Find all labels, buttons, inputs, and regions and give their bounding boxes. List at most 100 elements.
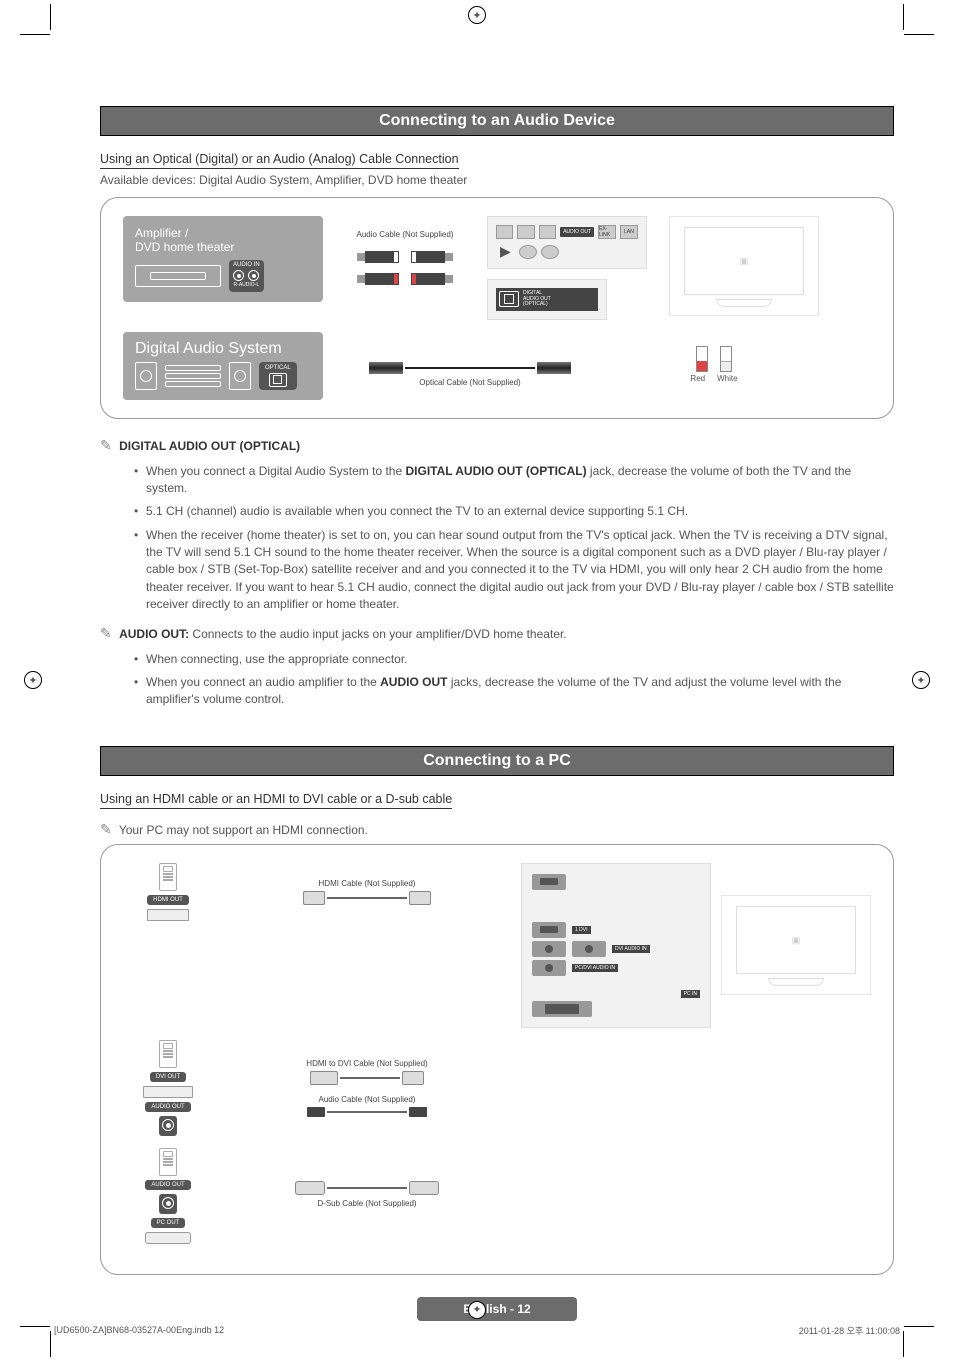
audio-in-label: AUDIO IN	[233, 262, 260, 268]
audio-jack-icon	[532, 941, 566, 957]
optical-label: OPTICAL	[265, 365, 291, 371]
pc-in-label: PC IN	[681, 990, 700, 998]
red-label: Red	[690, 374, 705, 383]
tv-back-panel: 1 DVI DVI AUDIO IN PC/DVI AUDIO IN PC IN	[521, 863, 711, 1028]
audio-out-list: When connecting, use the appropriate con…	[100, 648, 894, 712]
pc-subheading: Using an HDMI cable or an HDMI to DVI ca…	[100, 792, 452, 809]
optical-port-icon	[269, 373, 287, 387]
audio-jack-chip	[159, 1116, 177, 1136]
audio-out-prefix: AUDIO OUT:	[119, 627, 189, 641]
audio-jack-icon	[532, 960, 566, 976]
optical-label: (OPTICAL)	[523, 301, 548, 307]
lan-port: LAN	[620, 225, 638, 239]
speaker-icon	[135, 362, 157, 390]
digital-audio-system-box: Digital Audio System OPTICAL	[123, 332, 323, 400]
digital-audio-out-heading: DIGITAL AUDIO OUT (OPTICAL)	[119, 439, 300, 453]
rca-white-icon	[720, 346, 732, 372]
note-icon: ✎	[100, 821, 112, 837]
hdmi-dvi-cable-label: HDMI to DVI Cable (Not Supplied)	[306, 1059, 427, 1068]
pc-diagram: HDMI OUT HDMI Cable (Not Supplied) 1 DVI…	[100, 844, 894, 1275]
hdmi-dvi-cable: HDMI to DVI Cable (Not Supplied) Audio C…	[223, 1059, 511, 1117]
hdmi-cable-label: HDMI Cable (Not Supplied)	[319, 879, 416, 888]
hdmi-port-icon	[147, 909, 189, 921]
footer-timestamp: 2011-01-28 오후 11:00:08	[799, 1324, 900, 1337]
speaker-icon	[229, 362, 251, 390]
pc-tower-icon	[159, 863, 177, 891]
footer-meta: [UD6500-ZA]BN68-03527A-00Eng.indb 12 201…	[0, 1320, 954, 1341]
tv-port	[496, 225, 513, 239]
audio-cable-label: Audio Cable (Not Supplied)	[345, 230, 465, 239]
audio-out-label-2: AUDIO OUT	[145, 1180, 190, 1190]
pc-tower-icon	[159, 1040, 177, 1068]
component-stack-icon	[165, 365, 221, 387]
audio-subheading: Using an Optical (Digital) or an Audio (…	[100, 152, 459, 169]
audio-cable-stack: Audio Cable (Not Supplied)	[345, 230, 465, 285]
digital-audio-out-list: When you connect a Digital Audio System …	[100, 460, 894, 617]
dvd-slot-icon	[135, 265, 221, 287]
list-item: When you connect an audio amplifier to t…	[134, 671, 894, 712]
tv-panel-top: AUDIO OUT EX-LINK LAN ▶	[487, 216, 647, 269]
optical-chip: OPTICAL	[259, 362, 297, 390]
section-banner-pc: Connecting to a PC	[100, 746, 894, 776]
pc-tower-icon	[159, 1148, 177, 1176]
arrow-icon: ▶	[500, 243, 511, 260]
section-banner-audio: Connecting to an Audio Device	[100, 106, 894, 136]
amplifier-box: Amplifier / DVD home theater AUDIO IN R-…	[123, 216, 323, 302]
dvi-port-icon	[143, 1086, 193, 1098]
dvi-audio-in-label: DVI AUDIO IN	[612, 945, 650, 953]
footer-file: [UD6500-ZA]BN68-03527A-00Eng.indb 12	[54, 1325, 224, 1335]
rca-jack-icon	[541, 245, 559, 259]
audio-out-badge: AUDIO OUT	[560, 227, 594, 237]
hdmi1-dvi-label: 1 DVI	[572, 926, 591, 934]
hdmi-cable: HDMI Cable (Not Supplied)	[223, 879, 511, 905]
white-label: White	[717, 374, 737, 383]
tv-illustration: ▣	[669, 216, 819, 316]
optical-port-icon	[499, 291, 519, 307]
hdmi-port-icon	[532, 874, 566, 890]
pc-note-text: Your PC may not support an HDMI connecti…	[119, 823, 368, 837]
pc-dvi-out: DVI OUT AUDIO OUT	[123, 1040, 213, 1136]
list-item: When the receiver (home theater) is set …	[134, 524, 894, 617]
tv-port	[517, 225, 534, 239]
pc-in-port-icon	[532, 1001, 592, 1017]
audio-out-text: Connects to the audio input jacks on you…	[189, 627, 567, 641]
rca-red-icon	[696, 346, 708, 372]
tv-port	[539, 225, 556, 239]
dsub-cable: D-Sub Cable (Not Supplied)	[223, 1181, 511, 1211]
pc-note: ✎ Your PC may not support an HDMI connec…	[100, 821, 894, 838]
hdmi-out-label: HDMI OUT	[147, 895, 189, 905]
das-label: Digital Audio System	[135, 340, 311, 358]
dsub-cable-label: D-Sub Cable (Not Supplied)	[317, 1199, 416, 1208]
audio-jack-chip	[159, 1194, 177, 1214]
note-icon: ✎	[100, 437, 112, 453]
pc-dsub-out: AUDIO OUT PC OUT	[123, 1148, 213, 1244]
list-item: When connecting, use the appropriate con…	[134, 648, 894, 671]
note-icon: ✎	[100, 625, 112, 641]
optical-cable: Optical Cable (Not Supplied)	[345, 362, 595, 389]
pc-hdmi-out: HDMI OUT	[123, 863, 213, 921]
red-white-plugs: Red White	[639, 346, 789, 383]
audio-available-devices: Available devices: Digital Audio System,…	[100, 173, 894, 187]
tv-illustration: ▣	[721, 895, 871, 995]
pc-dvi-audio-label: PC/DVI AUDIO IN	[572, 964, 618, 972]
audio-diagram: Amplifier / DVD home theater AUDIO IN R-…	[100, 197, 894, 419]
vga-port-icon	[145, 1232, 191, 1244]
audio-in-chip: AUDIO IN R-AUDIO-L	[229, 260, 264, 292]
audio-jack-icon	[572, 941, 606, 957]
ex-link-port: EX-LINK	[598, 225, 616, 239]
audio-out-note: ✎ AUDIO OUT: Connects to the audio input…	[100, 625, 894, 642]
rca-jack-icon	[519, 245, 537, 259]
list-item: When you connect a Digital Audio System …	[134, 460, 894, 501]
list-item: 5.1 CH (channel) audio is available when…	[134, 500, 894, 523]
hdmi-port-icon	[532, 922, 566, 938]
audio-out-label: AUDIO OUT	[145, 1102, 190, 1112]
pc-out-label: PC OUT	[151, 1218, 186, 1228]
page-footer-pill: English - 12	[417, 1297, 577, 1321]
amp-label-2: DVD home theater	[135, 240, 234, 254]
registration-mark-bottom	[468, 1301, 486, 1319]
dvi-out-label: DVI OUT	[150, 1072, 186, 1082]
amp-label-1: Amplifier /	[135, 226, 188, 240]
r-audio-l-label: R-AUDIO-L	[234, 282, 260, 288]
digital-audio-out-title: ✎ DIGITAL AUDIO OUT (OPTICAL)	[100, 437, 894, 454]
tv-panel-optical: DIGITAL AUDIO OUT (OPTICAL)	[487, 279, 607, 320]
